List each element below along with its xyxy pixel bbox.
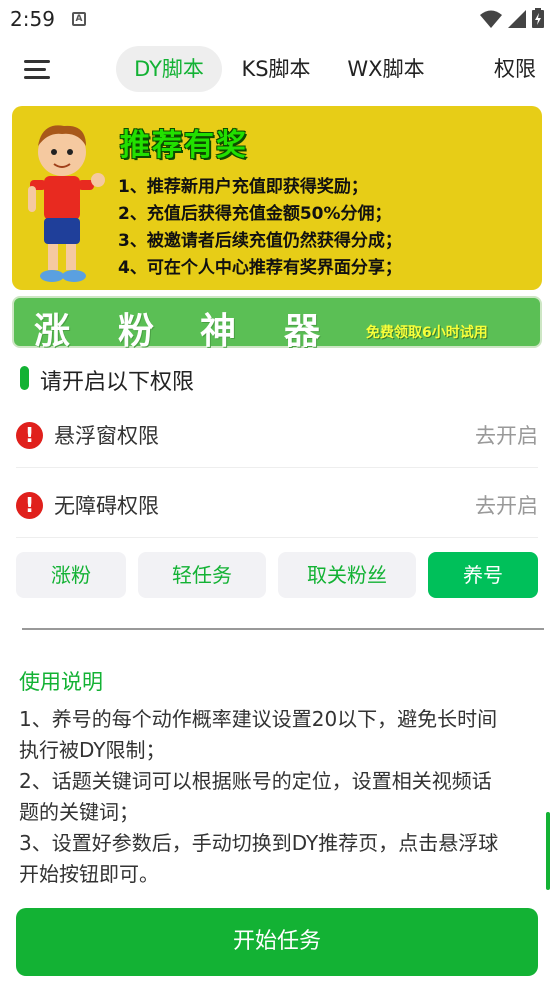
banner-line: 2、充值后获得充值金额50%分佣； — [118, 204, 392, 224]
promo-char: 粉 — [118, 311, 155, 352]
tab-wx-script[interactable]: WX脚本 — [336, 46, 436, 92]
permission-label: 悬浮窗权限 — [54, 424, 159, 448]
menu-icon[interactable] — [24, 58, 52, 82]
instruction-line: 3、设置好参数后，手动切换到DY推荐页，点击悬浮球 — [19, 831, 499, 855]
permissions-title: 请开启以下权限 — [40, 370, 195, 395]
mode-tab-account-nurture[interactable]: 养号 — [428, 552, 538, 598]
instruction-line: 开始按钮即可。 — [19, 862, 159, 886]
top-nav: DY脚本 KS脚本 WX脚本 权限 — [0, 44, 554, 96]
instruction-line: 1、养号的每个动作概率建议设置20以下，避免长时间 — [19, 707, 498, 731]
permission-row-accessibility[interactable]: ! 无障碍权限 去开启 — [16, 472, 538, 538]
banner-lines: 1、推荐新用户充值即获得奖励； 2、充值后获得充值金额50%分佣； 3、被邀请者… — [118, 174, 402, 282]
promo-char: 涨 — [34, 311, 71, 352]
instruction-line: 题的关键词； — [19, 800, 139, 824]
promo-char: 器 — [284, 311, 321, 352]
promo-char: 神 — [200, 311, 237, 352]
mode-tabs: 涨粉 轻任务 取关粉丝 养号 — [16, 552, 538, 598]
promo-subtitle: 免费领取6小时试用 — [366, 325, 488, 341]
warning-icon: ! — [16, 422, 43, 449]
divider — [16, 467, 538, 468]
scrollbar-thumb[interactable] — [546, 812, 550, 890]
instructions-body: 1、养号的每个动作概率建议设置20以下，避免长时间 执行被DY限制； 2、话题关… — [19, 704, 539, 890]
status-time: 2:59 — [10, 7, 55, 31]
section-divider — [22, 628, 544, 630]
mode-tab-gain-followers[interactable]: 涨粉 — [16, 552, 126, 598]
status-bar: 2:59 A — [0, 0, 554, 38]
follower-booster-banner[interactable]: 涨 粉 神 器 免费领取6小时试用 — [12, 296, 542, 352]
notification-a-icon: A — [72, 12, 86, 26]
battery-charging-icon — [532, 8, 544, 28]
banner-line: 4、可在个人中心推荐有奖界面分享； — [118, 258, 402, 278]
instructions-title: 使用说明 — [19, 670, 103, 694]
warning-icon: ! — [16, 492, 43, 519]
divider — [16, 537, 538, 538]
tab-permissions[interactable]: 权限 — [484, 46, 546, 92]
wifi-icon — [480, 10, 502, 28]
permission-row-floating-window[interactable]: ! 悬浮窗权限 去开启 — [16, 402, 538, 468]
banner-line: 1、推荐新用户充值即获得奖励； — [118, 177, 368, 197]
section-marker — [20, 366, 29, 390]
permission-label: 无障碍权限 — [54, 494, 159, 518]
banner-line: 3、被邀请者后续充值仍然获得分成； — [118, 231, 402, 251]
instruction-line: 2、话题关键词可以根据账号的定位，设置相关视频话 — [19, 769, 492, 793]
signal-icon — [508, 10, 526, 28]
status-indicators — [480, 8, 544, 28]
mode-tab-light-task[interactable]: 轻任务 — [138, 552, 266, 598]
tab-ks-script[interactable]: KS脚本 — [230, 46, 322, 92]
start-task-button[interactable]: 开始任务 — [16, 908, 538, 976]
cartoon-boy-illustration — [28, 125, 105, 282]
mode-tab-unfollow[interactable]: 取关粉丝 — [278, 552, 416, 598]
instruction-line: 执行被DY限制； — [19, 738, 166, 762]
tab-dy-script[interactable]: DY脚本 — [116, 46, 222, 92]
banner-title: 推荐有奖 — [120, 128, 248, 163]
enable-permission-link[interactable]: 去开启 — [475, 490, 538, 520]
enable-permission-link[interactable]: 去开启 — [475, 420, 538, 450]
referral-banner[interactable]: 推荐有奖 1、推荐新用户充值即获得奖励； 2、充值后获得充值金额50%分佣； 3… — [12, 106, 542, 290]
